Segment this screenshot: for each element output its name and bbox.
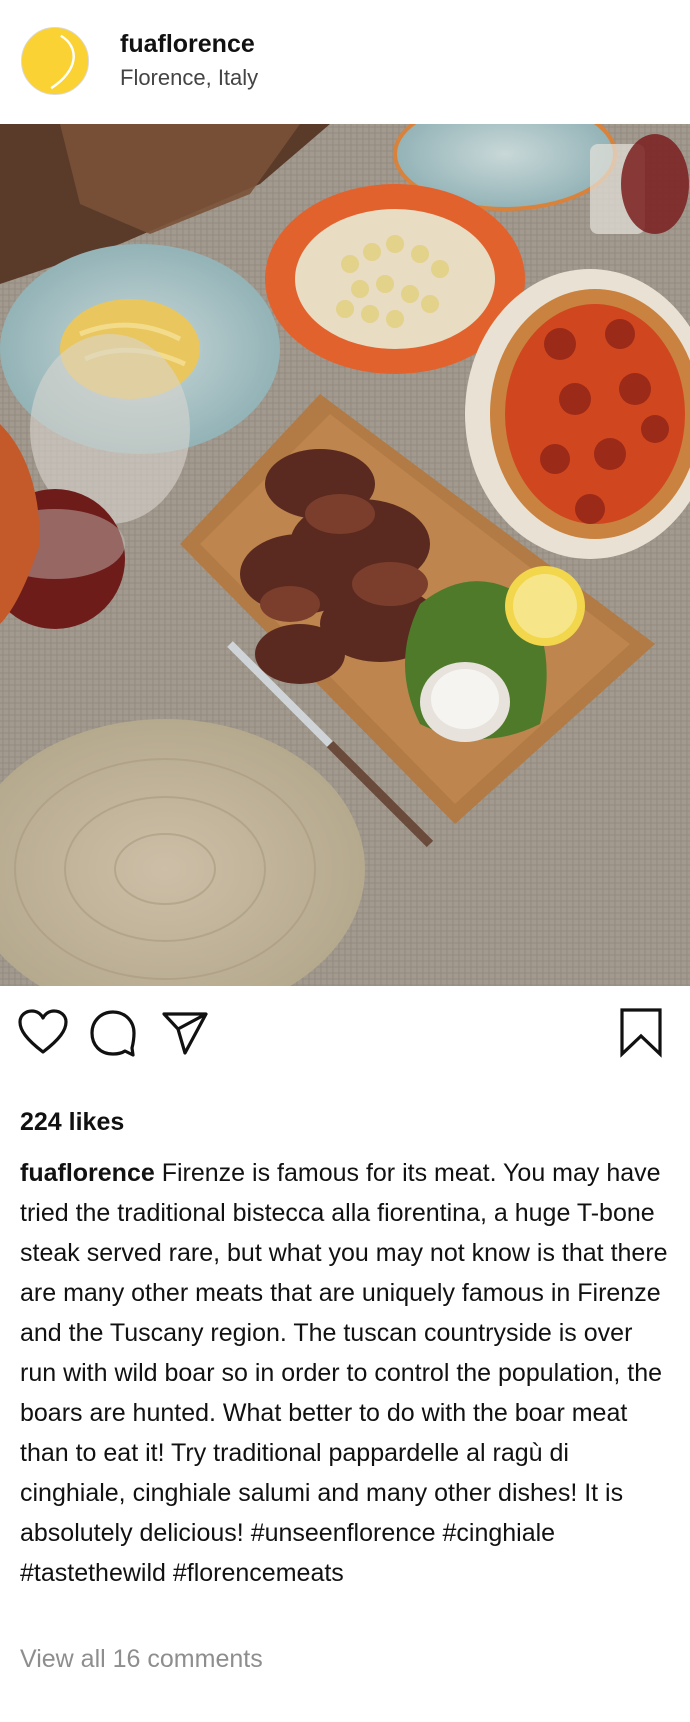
post-location[interactable]: Florence, Italy <box>120 65 258 91</box>
caption-username[interactable]: fuaflorence <box>20 1159 155 1187</box>
paper-plane-icon <box>162 1012 208 1055</box>
save-button[interactable] <box>614 1006 668 1060</box>
comment-bubble-icon <box>90 1010 136 1057</box>
yellow-ball-avatar-icon <box>22 28 88 94</box>
post-header: fuaflorence Florence, Italy <box>0 0 690 124</box>
post-username[interactable]: fuaflorence <box>120 30 255 59</box>
caption-text: Firenze is famous for its meat. You may … <box>20 1159 668 1587</box>
post-caption: fuaflorence Firenze is famous for its me… <box>20 1153 670 1593</box>
profile-avatar[interactable] <box>21 27 89 95</box>
bookmark-icon <box>620 1008 662 1058</box>
like-button[interactable] <box>16 1006 70 1060</box>
likes-count[interactable]: 224 likes <box>20 1108 124 1137</box>
view-comments-link[interactable]: View all 16 comments <box>20 1645 263 1674</box>
post-image[interactable] <box>0 124 690 986</box>
comment-button[interactable] <box>86 1006 140 1060</box>
post-actions <box>0 986 690 1086</box>
heart-icon <box>18 1009 68 1054</box>
share-button[interactable] <box>158 1006 212 1060</box>
food-photo <box>0 124 690 986</box>
